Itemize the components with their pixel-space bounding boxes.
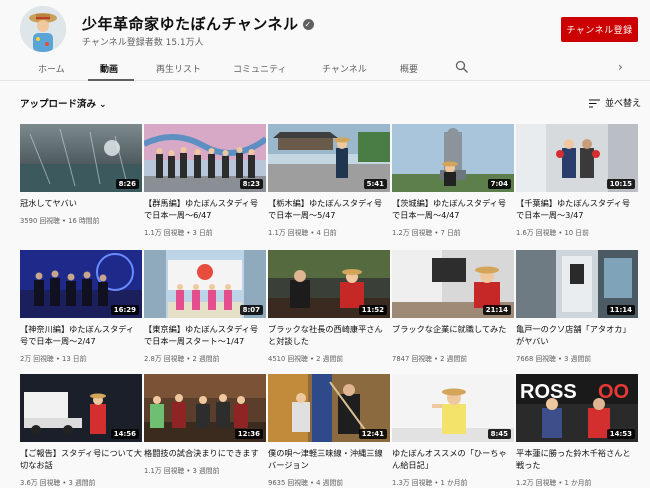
channel-header: 少年革命家ゆたぼんチャンネル ✓ チャンネル登録者数 15.1万人 チャンネル登録	[0, 0, 650, 58]
video-thumbnail[interactable]: 7:04	[392, 124, 514, 192]
video-meta: 1.1万 回視聴 • 4 日前	[268, 229, 337, 237]
video-duration: 5:41	[363, 179, 387, 189]
video-thumbnail[interactable]: ROSS OO 14:53	[516, 374, 638, 442]
video-thumbnail[interactable]: 14:56	[20, 374, 142, 442]
video-duration: 12:36	[234, 429, 263, 439]
video-thumbnail[interactable]: 5:41	[268, 124, 390, 192]
video-meta: 2.8万 回視聴 • 2 週間前	[144, 355, 220, 363]
video-duration: 16:29	[110, 305, 139, 315]
video-duration: 7:04	[487, 179, 511, 189]
active-tab-indicator	[88, 79, 134, 81]
video-meta: 1.3万 回視聴 • 1 か月前	[392, 479, 468, 487]
video-thumbnail[interactable]: 16:29	[20, 250, 142, 318]
tab-community[interactable]: コミュニティ	[233, 62, 286, 75]
sort-button[interactable]: 並べ替え	[589, 96, 641, 109]
video-meta: 1.2万 回視聴 • 1 か月前	[516, 479, 592, 487]
video-duration: 8:26	[115, 179, 139, 189]
video-duration: 11:52	[358, 305, 387, 315]
video-meta: 1.1万 回視聴 • 3 日前	[144, 229, 213, 237]
video-title[interactable]: ゆたぼんオススメの「ひーちゃん給日記」	[392, 447, 514, 471]
chevron-down-icon: ⌄	[99, 100, 107, 110]
video-title[interactable]: 【栃木編】ゆたぼんスタディ号で日本一周〜5/47	[268, 197, 390, 221]
video-title[interactable]: 【千葉編】ゆたぼんスタディ号で日本一周〜3/47	[516, 197, 638, 221]
video-title[interactable]: 格闘技の試合決まりにできます	[144, 447, 266, 459]
video-thumbnail[interactable]: 11:52	[268, 250, 390, 318]
video-thumbnail[interactable]: 12:41	[268, 374, 390, 442]
video-meta: 9635 回視聴 • 4 週間前	[268, 479, 344, 487]
video-title[interactable]: 【ご報告】スタディ号について大切なお話	[20, 447, 142, 471]
video-thumbnail[interactable]: 8:45	[392, 374, 514, 442]
channel-avatar[interactable]	[20, 6, 66, 52]
video-title[interactable]: 冠水してヤバい	[20, 197, 142, 209]
video-thumbnail[interactable]: 8:26	[20, 124, 142, 192]
channel-name: 少年革命家ゆたぼんチャンネル ✓	[82, 15, 314, 33]
chevron-right-icon[interactable]: ›	[618, 60, 623, 74]
search-icon[interactable]	[455, 60, 469, 74]
video-meta: 7668 回視聴 • 3 週間前	[516, 355, 592, 363]
channel-tabs: ホーム 動画 再生リスト コミュニティ チャンネル 概要 ›	[0, 58, 650, 81]
tab-about[interactable]: 概要	[400, 62, 418, 75]
upload-filter[interactable]: アップロード済み ⌄	[20, 96, 107, 110]
video-duration: 14:53	[606, 429, 635, 439]
tab-home[interactable]: ホーム	[38, 62, 65, 75]
video-duration: 11:14	[606, 305, 635, 315]
video-meta: 1.6万 回視聴 • 10 日前	[516, 229, 589, 237]
video-duration: 10:15	[606, 179, 635, 189]
video-duration: 8:23	[239, 179, 263, 189]
video-duration: 8:45	[487, 429, 511, 439]
video-title[interactable]: 【神奈川編】ゆたぼんスタディ号で日本一周〜2/47	[20, 323, 142, 347]
video-title[interactable]: 亀戸一のクソ店舗「アタオカ」がヤバい	[516, 323, 638, 347]
video-duration: 14:56	[110, 429, 139, 439]
video-duration: 12:41	[358, 429, 387, 439]
video-title[interactable]: ブラックな社長の西崎康平さんと対談した	[268, 323, 390, 347]
tab-videos[interactable]: 動画	[100, 62, 118, 75]
video-meta: 7847 回視聴 • 2 週間前	[392, 355, 468, 363]
video-title[interactable]: 【群馬編】ゆたぼんスタディ号で日本一周〜6/47	[144, 197, 266, 221]
video-thumbnail[interactable]: 12:36	[144, 374, 266, 442]
video-thumbnail[interactable]: 10:15	[516, 124, 638, 192]
video-thumbnail[interactable]: 21:14	[392, 250, 514, 318]
tab-playlists[interactable]: 再生リスト	[156, 62, 201, 75]
video-title[interactable]: 平本蓮に勝った鈴木千裕さんと戦った	[516, 447, 638, 471]
video-meta: 3.6万 回視聴 • 3 週間前	[20, 479, 96, 487]
video-title[interactable]: ブラックな企業に就職してみた	[392, 323, 514, 335]
video-duration: 21:14	[482, 305, 511, 315]
video-duration: 8:07	[239, 305, 263, 315]
video-thumbnail[interactable]: 11:14	[516, 250, 638, 318]
video-meta: 1.2万 回視聴 • 7 日前	[392, 229, 461, 237]
video-meta: 3590 回視聴 • 16 時間前	[20, 217, 100, 225]
video-title[interactable]: 【茨城編】ゆたぼんスタディ号で日本一周〜4/47	[392, 197, 514, 221]
video-thumbnail[interactable]: 8:07	[144, 250, 266, 318]
video-thumbnail[interactable]: 8:23	[144, 124, 266, 192]
check-badge-icon: ✓	[302, 19, 314, 30]
video-meta: 1.1万 回視聴 • 3 週間前	[144, 467, 220, 475]
subscriber-count: チャンネル登録者数 15.1万人	[82, 38, 204, 48]
video-meta: 4510 回視聴 • 2 週間前	[268, 355, 344, 363]
sort-label: 並べ替え	[605, 99, 642, 109]
video-title[interactable]: 僕の唄〜津軽三味線・沖縄三線バージョン	[268, 447, 390, 471]
subscribe-button[interactable]: チャンネル登録	[561, 17, 638, 42]
video-meta: 2万 回視聴 • 13 日前	[20, 355, 87, 363]
tab-channels[interactable]: チャンネル	[322, 62, 367, 75]
sort-icon	[589, 99, 600, 108]
video-title[interactable]: 【東京編】ゆたぼんスタディ号で日本一周スタート〜1/47	[144, 323, 266, 347]
